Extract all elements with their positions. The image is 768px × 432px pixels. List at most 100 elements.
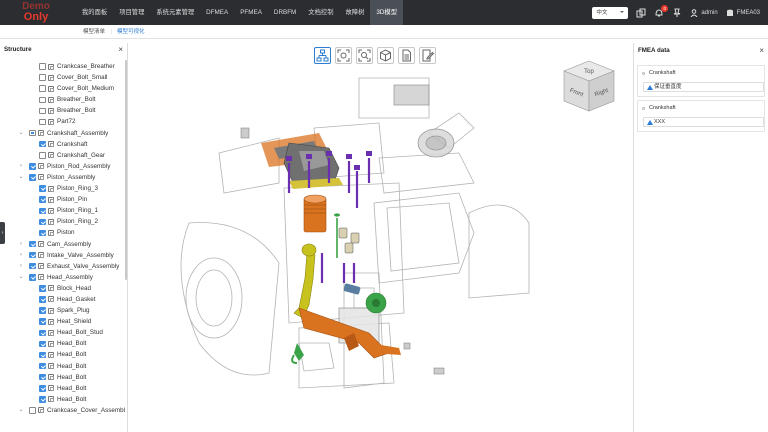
chevron-right-icon[interactable]: ›: [18, 239, 24, 250]
tree-row[interactable]: Piston_Pin: [0, 194, 124, 205]
chevron-right-icon[interactable]: ›: [18, 261, 24, 272]
fmea-card[interactable]: Crankshaft XXX: [637, 100, 765, 132]
tree-checkbox[interactable]: [39, 307, 46, 314]
chevron-right-icon[interactable]: ›: [18, 250, 24, 261]
tab-model-list[interactable]: 模型清单: [83, 25, 105, 39]
tree-row[interactable]: Head_Bolt: [0, 349, 124, 360]
panel-collapse-handle[interactable]: ›: [0, 222, 5, 244]
edit-note-button[interactable]: [419, 47, 436, 64]
structure-close-button[interactable]: ×: [118, 43, 123, 56]
nav-pfmea[interactable]: PFMEA: [234, 0, 268, 25]
tree-checkbox[interactable]: [29, 251, 36, 259]
tree-row[interactable]: ⌄ Crankshaft_Assembly: [0, 128, 124, 139]
tree-checkbox[interactable]: [39, 118, 46, 126]
nav-document-control[interactable]: 文档控制: [302, 0, 339, 25]
fit-view-button[interactable]: [335, 47, 352, 64]
chevron-down-icon[interactable]: ⌄: [18, 272, 24, 283]
tree-checkbox[interactable]: [29, 163, 36, 170]
language-select[interactable]: 中文: [592, 6, 629, 19]
document-button[interactable]: [398, 47, 415, 64]
tree-row[interactable]: Head_Bolt: [0, 372, 124, 383]
tree-row[interactable]: Head_Bolt: [0, 394, 124, 405]
view-cube[interactable]: Top Front Right: [554, 53, 624, 123]
tree-row[interactable]: Cover_Bolt_Medium: [0, 83, 124, 94]
structure-tree-button[interactable]: [314, 47, 331, 64]
tree-row[interactable]: Heat_Shield: [0, 316, 124, 327]
tree-row[interactable]: › Cam_Assembly: [0, 239, 124, 250]
chevron-down-icon[interactable]: ⌄: [18, 128, 24, 139]
tree-checkbox[interactable]: [39, 385, 46, 392]
fmea-close-button[interactable]: ×: [759, 43, 764, 59]
chevron-down-icon[interactable]: ⌄: [18, 405, 24, 416]
tree-checkbox[interactable]: [39, 140, 46, 148]
tree-checkbox[interactable]: [29, 240, 36, 248]
tab-model-visualization[interactable]: 模型可视化: [117, 25, 145, 39]
pin-icon[interactable]: [672, 8, 682, 18]
explode-view-button[interactable]: [377, 47, 394, 64]
nav-project-management[interactable]: 项目管理: [113, 0, 150, 25]
radio-icon[interactable]: [642, 107, 645, 110]
tree-row[interactable]: › Intake_Valve_Assembly: [0, 250, 124, 261]
radio-icon[interactable]: [642, 72, 645, 75]
tree-checkbox[interactable]: [39, 63, 46, 70]
tree-checkbox[interactable]: [39, 373, 46, 381]
tree-checkbox[interactable]: [39, 396, 46, 403]
chevron-right-icon[interactable]: ›: [18, 161, 24, 172]
tree-row[interactable]: Head_Bolt: [0, 383, 124, 394]
nav-my-panel[interactable]: 我的面板: [76, 0, 113, 25]
tree-row[interactable]: Part72: [0, 116, 124, 127]
view-cube-top[interactable]: Top: [584, 69, 594, 75]
nav-fault-tree[interactable]: 故障树: [339, 0, 370, 25]
tree-row[interactable]: › Piston_Rod_Assembly: [0, 161, 124, 172]
fmea-card-value[interactable]: 保证垂直度: [643, 82, 764, 92]
nav-drbfm[interactable]: DRBFM: [268, 0, 302, 25]
tree-row[interactable]: Head_Gasket: [0, 294, 124, 305]
tree-row[interactable]: Crankshaft_Gear: [0, 150, 124, 161]
tree-row[interactable]: ⌄ Piston_Assembly: [0, 172, 124, 183]
tree-checkbox[interactable]: [29, 262, 36, 270]
structure-scrollbar[interactable]: [125, 60, 127, 280]
tree-row[interactable]: Breather_Bolt: [0, 105, 124, 116]
tree-checkbox[interactable]: [29, 407, 36, 414]
tree-checkbox[interactable]: [39, 329, 46, 337]
copy-icon[interactable]: [636, 8, 646, 18]
tree-row[interactable]: Head_Bolt_Stud: [0, 327, 124, 338]
tree-row[interactable]: › Exhaust_Valve_Assembly: [0, 261, 124, 272]
tree-row[interactable]: Crankshaft: [0, 139, 124, 150]
tree-checkbox[interactable]: [39, 74, 46, 81]
tree-checkbox[interactable]: [39, 85, 46, 92]
user-menu[interactable]: admin: [690, 8, 718, 17]
tree-row[interactable]: Breather_Bolt: [0, 94, 124, 105]
tree-checkbox[interactable]: [39, 152, 46, 159]
tree-checkbox[interactable]: [39, 107, 46, 115]
3d-viewport[interactable]: Top Front Right: [129, 43, 632, 432]
tree-checkbox[interactable]: [29, 174, 36, 181]
fmea-card[interactable]: Crankshaft 保证垂直度: [637, 65, 765, 97]
tree-checkbox[interactable]: [39, 218, 46, 226]
tree-row[interactable]: Block_Head: [0, 283, 124, 294]
tree-checkbox[interactable]: [39, 96, 46, 104]
tree-checkbox[interactable]: [39, 351, 46, 359]
tree-row[interactable]: Head_Bolt: [0, 338, 124, 349]
chevron-down-icon[interactable]: ⌄: [18, 172, 24, 183]
tree-checkbox[interactable]: [39, 296, 46, 303]
tree-row[interactable]: ⌄ Crankcase_Cover_Assembl: [0, 405, 125, 416]
tree-row[interactable]: ⌄ Head_Assembly: [0, 272, 124, 283]
tree-checkbox[interactable]: [29, 274, 36, 281]
fmea-card-value[interactable]: XXX: [643, 117, 764, 127]
tree-row[interactable]: Head_Bolt: [0, 361, 124, 372]
tree-checkbox[interactable]: [29, 129, 36, 137]
tree-checkbox[interactable]: [39, 207, 46, 215]
zoom-box-button[interactable]: [356, 47, 373, 64]
tree-checkbox[interactable]: [39, 362, 46, 370]
tree-row[interactable]: Crankcase_Breather: [0, 61, 124, 72]
bell-icon[interactable]: 0: [654, 4, 669, 18]
tree-row[interactable]: Spark_Plug: [0, 305, 124, 316]
tree-checkbox[interactable]: [39, 340, 46, 348]
tree-row[interactable]: Piston_Ring_3: [0, 183, 124, 194]
tree-row[interactable]: Piston: [0, 227, 124, 238]
tree-checkbox[interactable]: [39, 285, 46, 292]
nav-3d-model[interactable]: 3D模型: [370, 0, 404, 25]
tree-row[interactable]: Piston_Ring_1: [0, 205, 124, 216]
nav-dfmea[interactable]: DFMEA: [200, 0, 234, 25]
